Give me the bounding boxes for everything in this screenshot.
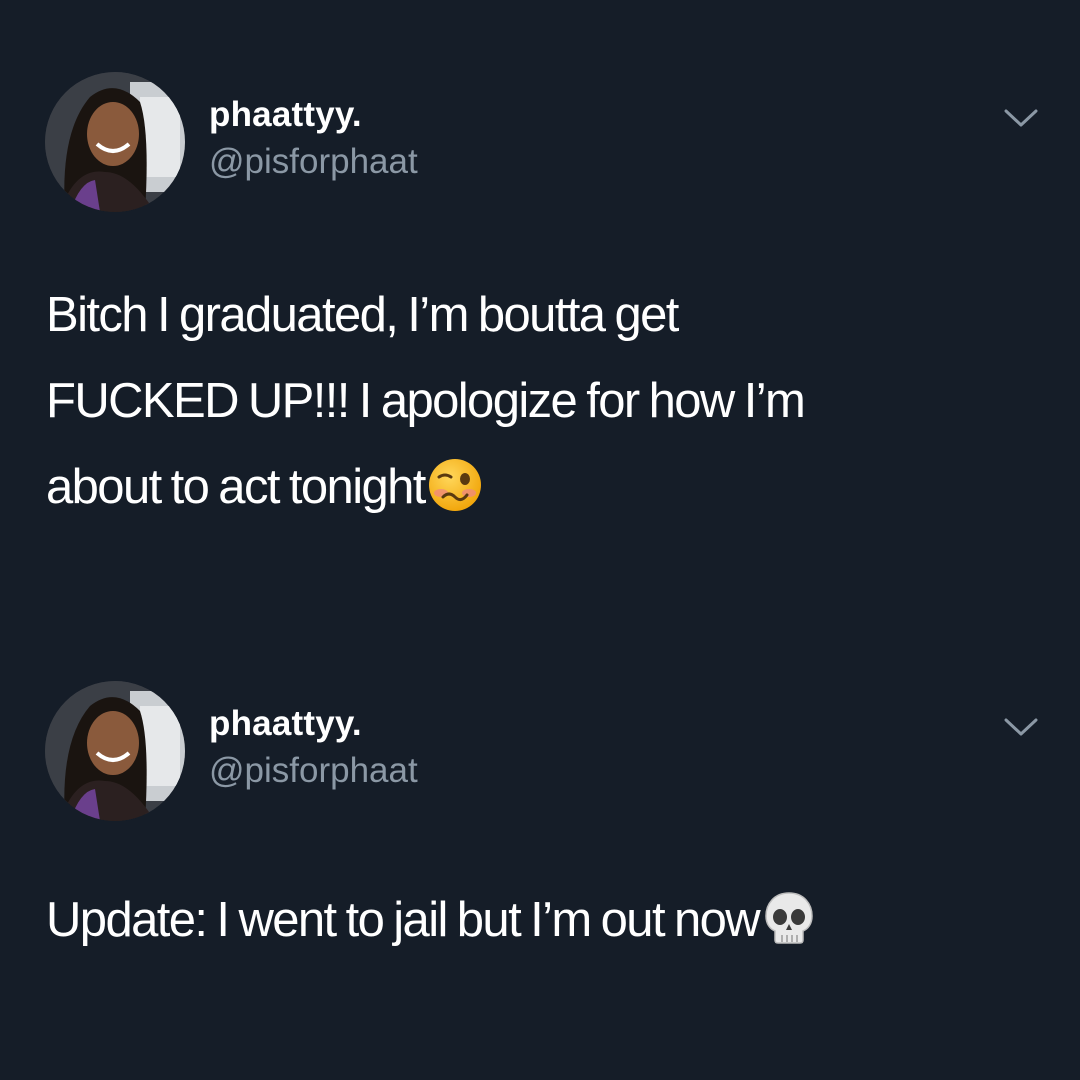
display-name[interactable]: phaattyy.: [209, 702, 362, 746]
avatar[interactable]: [45, 681, 185, 821]
tweet-text: Bitch I graduated, I’m boutta get FUCKED…: [46, 272, 1046, 530]
avatar[interactable]: [45, 72, 185, 212]
woozy-face-emoji: [427, 457, 483, 513]
chevron-down-icon[interactable]: [1000, 102, 1042, 132]
user-handle[interactable]: @pisforphaat: [209, 140, 418, 184]
tweet-text-body: Update: I went to jail but I’m out now: [46, 893, 761, 947]
tweet-text: Update: I went to jail but I’m out now: [46, 877, 1046, 963]
tweet-text-body: Bitch I graduated, I’m boutta get FUCKED…: [46, 288, 806, 514]
skull-emoji: [761, 890, 817, 946]
chevron-down-icon[interactable]: [1000, 711, 1042, 741]
user-handle[interactable]: @pisforphaat: [209, 749, 418, 793]
display-name[interactable]: phaattyy.: [209, 93, 362, 137]
